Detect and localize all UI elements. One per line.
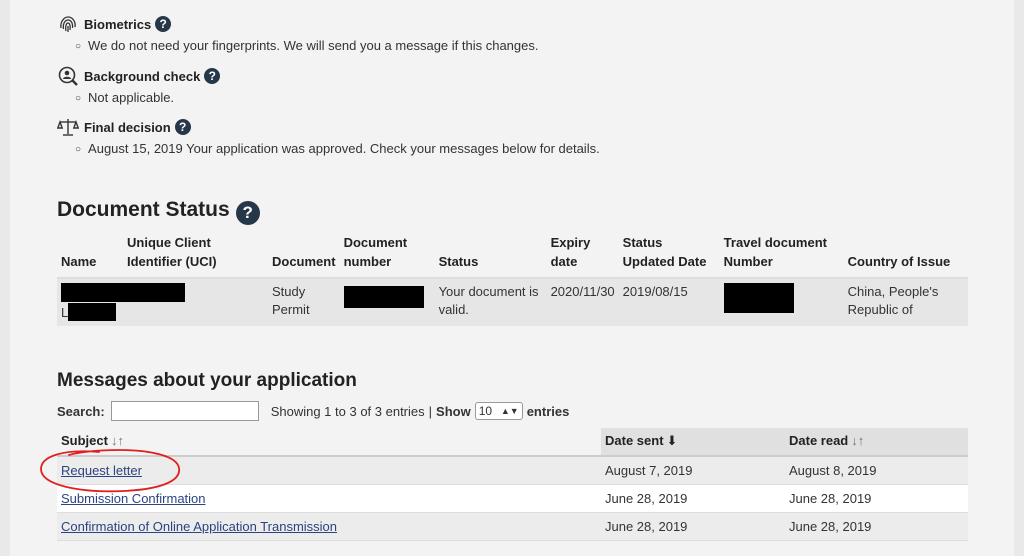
column-header: Travel document Number [719, 229, 844, 279]
step-detail: ○ August 15, 2019 Your application was ap… [75, 141, 600, 156]
date-read-cell: June 28, 2019 [785, 484, 968, 513]
table-row: Request letter August 7, 2019 August 8, … [57, 456, 968, 485]
table-controls: Search: Showing 1 to 3 of 3 entries | Sh… [57, 401, 569, 421]
table-row: Confirmation of Online Application Trans… [57, 512, 968, 541]
status-cell: Your document is valid. [434, 278, 547, 326]
column-header: Country of Issue [843, 229, 968, 279]
column-header: Status Updated Date [618, 229, 720, 279]
column-header-date-sent[interactable]: Date sent ⬇ [601, 428, 785, 457]
help-icon[interactable]: ? [155, 16, 172, 32]
scales-icon [57, 119, 79, 136]
fingerprint-icon [60, 16, 76, 32]
date-sent-cell: June 28, 2019 [601, 512, 785, 541]
step-detail: ○ We do not need your fingerprints. We wi… [75, 38, 539, 53]
date-read-cell: August 8, 2019 [785, 456, 968, 485]
updated-cell: 2019/08/15 [618, 278, 720, 326]
messages-table: Subject ↓↑ Date sent ⬇ Date read ↓↑ Request… [57, 428, 968, 541]
help-icon[interactable]: ? [174, 119, 191, 135]
message-link[interactable]: Request letter [61, 463, 142, 478]
column-header: Document number [339, 229, 435, 279]
step-title: Background check [84, 68, 201, 84]
help-icon[interactable]: ? [204, 68, 221, 84]
redacted-block [723, 283, 794, 313]
document-number-cell [339, 278, 435, 326]
column-header-subject[interactable]: Subject ↓↑ [57, 428, 601, 457]
message-link[interactable]: Confirmation of Online Application Trans… [61, 519, 337, 534]
magnifier-person-icon [58, 66, 78, 86]
document-cell: Study Permit [268, 278, 340, 326]
sort-desc-icon: ⬇ [666, 433, 678, 448]
step-title: Final decision [84, 119, 171, 135]
message-link[interactable]: Submission Confirmation [61, 491, 206, 506]
document-status-table: Name Unique Client Identifier (UCI) Docu… [57, 229, 968, 326]
left-border [0, 0, 10, 556]
entries-label: entries [526, 403, 570, 419]
search-label: Search: [57, 403, 105, 419]
entries-info: Showing 1 to 3 of 3 entries [270, 403, 425, 419]
column-header: Name [57, 229, 123, 279]
step-biometrics: Biometrics ? ○ We do not need your finger… [57, 14, 538, 53]
stepper-arrows-icon: ▲▼ [500, 406, 519, 416]
separator: | [428, 403, 433, 419]
travel-doc-cell [719, 278, 844, 326]
redacted-block [61, 283, 185, 302]
table-header-row: Name Unique Client Identifier (UCI) Docu… [57, 229, 968, 279]
country-cell: China, People's Republic of [843, 278, 968, 326]
column-header: Expiry date [546, 229, 619, 279]
sort-icon: ↓↑ [851, 433, 865, 448]
redacted-block [343, 286, 424, 308]
column-header: Status [434, 229, 547, 279]
date-sent-cell: August 7, 2019 [601, 456, 785, 485]
redacted-block [68, 303, 117, 321]
step-final-decision: Final decision ? ○ August 15, 2019 Your a… [57, 117, 600, 156]
column-header: Document [268, 229, 340, 279]
right-border [1014, 0, 1024, 556]
name-uci-cell: L [57, 278, 268, 326]
search-input[interactable] [110, 401, 259, 421]
sort-icon: ↓↑ [110, 433, 124, 448]
table-row: Submission Confirmation June 28, 2019 Ju… [57, 484, 968, 513]
step-background-check: Background check ? ○ Not applicable. [57, 66, 221, 105]
show-label: Show [436, 403, 471, 419]
expiry-cell: 2020/11/30 [546, 278, 619, 326]
column-header: Unique Client Identifier (UCI) [123, 229, 268, 279]
document-status-heading: Document Status? [57, 198, 260, 225]
table-row: L Study Permit Your document is valid. 2… [57, 278, 968, 326]
table-header-row: Subject ↓↑ Date sent ⬇ Date read ↓↑ [57, 428, 968, 457]
column-header-date-read[interactable]: Date read ↓↑ [785, 428, 968, 457]
messages-heading: Messages about your application [57, 370, 357, 391]
step-detail: ○ Not applicable. [75, 90, 175, 105]
date-sent-cell: June 28, 2019 [601, 484, 785, 513]
date-read-cell: June 28, 2019 [785, 512, 968, 541]
step-title: Biometrics [84, 16, 152, 32]
entries-select[interactable]: 10 ▲▼ [474, 402, 523, 420]
help-icon[interactable]: ? [235, 201, 260, 225]
